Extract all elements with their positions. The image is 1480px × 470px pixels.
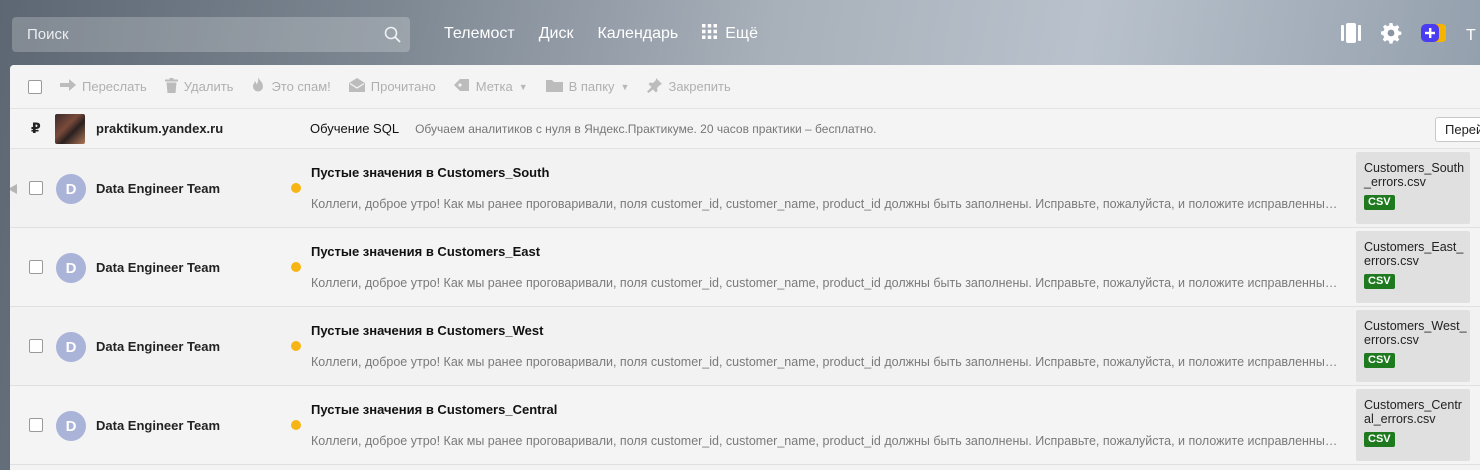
mail-subject: Пустые значения в Customers_West [311, 323, 544, 338]
envelope-open-icon [348, 78, 365, 95]
attachment[interactable]: Customers_West_errors.csv CSV [1356, 310, 1470, 382]
label-dropdown[interactable]: Метка ▼ [453, 78, 528, 95]
chevron-down-icon: ▼ [620, 81, 630, 92]
ad-sender: praktikum.yandex.ru [96, 121, 224, 136]
tag-icon [453, 78, 470, 95]
search-box [12, 17, 410, 52]
top-bar: Телемост Диск Календарь Ещё Т [0, 0, 1480, 66]
trash-icon [164, 77, 178, 96]
mail-toolbar: Переслать Удалить Это спам! Прочитано Ме… [10, 65, 1480, 109]
mail-row[interactable]: D Data Engineer Team Пустые значения в C… [10, 228, 1480, 307]
mail-snippet: Коллеги, доброе утро! Как мы ранее прого… [311, 355, 1343, 369]
plus-icon[interactable] [1420, 22, 1448, 49]
avatar: D [56, 174, 86, 204]
unread-dot[interactable] [291, 341, 301, 351]
search-icon[interactable] [374, 26, 410, 43]
mail-sender: Data Engineer Team [96, 418, 221, 433]
attachment[interactable]: Customers_South_errors.csv CSV [1356, 152, 1470, 224]
spam-label: Это спам! [271, 79, 331, 94]
csv-badge: CSV [1364, 195, 1395, 210]
ad-title: Обучение SQL [310, 121, 400, 136]
mail-subject: Пустые значения в Customers_South [311, 165, 550, 180]
gear-icon[interactable] [1380, 22, 1402, 49]
mail-checkbox[interactable] [29, 418, 43, 432]
select-all-checkbox[interactable] [28, 79, 42, 94]
mail-snippet: Коллеги, доброе утро! Как мы ранее прого… [311, 197, 1343, 211]
forward-label: Переслать [82, 79, 147, 94]
mark-read-button[interactable]: Прочитано [348, 78, 436, 95]
mail-checkbox[interactable] [29, 339, 43, 353]
mark-read-label: Прочитано [370, 79, 436, 94]
service-nav: Телемост Диск Календарь Ещё [444, 24, 758, 44]
delete-button[interactable]: Удалить [164, 77, 234, 96]
attachment-filename: Customers_South_errors.csv [1364, 161, 1465, 189]
mail-sender: Data Engineer Team [96, 260, 221, 275]
forward-icon [60, 79, 76, 94]
pin-label: Закрепить [668, 79, 731, 94]
avatar: D [56, 253, 86, 283]
attachment-filename: Customers_Central_errors.csv [1364, 398, 1462, 426]
nav-more[interactable]: Ещё [702, 24, 758, 44]
mail-checkbox[interactable] [29, 181, 43, 195]
mail-checkbox[interactable] [29, 260, 43, 274]
mail-row[interactable]: D Data Engineer Team Пустые значения в C… [10, 307, 1480, 386]
avatar: D [56, 411, 86, 441]
mail-subject: Пустые значения в Customers_East [311, 244, 541, 259]
header-right-icons: Т [1340, 22, 1480, 49]
mail-snippet: Коллеги, доброе утро! Как мы ранее прого… [311, 434, 1343, 448]
unread-dot[interactable] [291, 420, 301, 430]
move-to-folder-label: В папку [568, 79, 615, 94]
mail-subject: Пустые значения в Customers_Central [311, 402, 558, 417]
mail-snippet: Коллеги, доброе утро! Как мы ранее прого… [311, 276, 1343, 290]
ad-thumbnail [55, 113, 85, 144]
row-marker-icon [10, 184, 17, 194]
ad-row[interactable]: ₽ praktikum.yandex.ru Обучение SQL Обуча… [10, 109, 1480, 149]
ad-go-button[interactable]: Перейти [1435, 117, 1480, 142]
fire-icon [251, 77, 265, 96]
attachment[interactable]: Customers_East_errors.csv CSV [1356, 231, 1470, 303]
ad-text: Обучаем аналитиков с нуля в Яндекс.Практ… [415, 121, 877, 136]
mobile-icon[interactable] [1340, 22, 1362, 49]
folder-icon [545, 79, 563, 95]
mail-row[interactable]: D Data Engineer Team Пустые значения в C… [10, 149, 1480, 228]
forward-button[interactable]: Переслать [60, 79, 147, 94]
pin-button[interactable]: Закрепить [647, 77, 731, 96]
mail-sender: Data Engineer Team [96, 339, 221, 354]
ruble-icon: ₽ [31, 120, 41, 136]
header-truncated-text[interactable]: Т [1466, 27, 1480, 45]
attachment-filename: Customers_East_errors.csv [1364, 240, 1464, 268]
mail-list: D Data Engineer Team Пустые значения в C… [10, 149, 1480, 465]
mail-row[interactable]: D Data Engineer Team Пустые значения в C… [10, 386, 1480, 465]
move-to-folder-dropdown[interactable]: В папку ▼ [545, 79, 630, 95]
mail-panel: Переслать Удалить Это спам! Прочитано Ме… [10, 65, 1480, 470]
csv-badge: CSV [1364, 432, 1395, 447]
attachment-filename: Customers_West_errors.csv [1364, 319, 1467, 347]
nav-more-label: Ещё [725, 25, 758, 42]
unread-dot[interactable] [291, 262, 301, 272]
label-dropdown-label: Метка [475, 79, 513, 94]
csv-badge: CSV [1364, 353, 1395, 368]
csv-badge: CSV [1364, 274, 1395, 289]
delete-label: Удалить [183, 79, 234, 94]
attachment[interactable]: Customers_Central_errors.csv CSV [1356, 389, 1470, 461]
search-input[interactable] [12, 17, 374, 52]
avatar: D [56, 332, 86, 362]
nav-telemost[interactable]: Телемост [444, 25, 515, 43]
spam-button[interactable]: Это спам! [251, 77, 331, 96]
nav-calendar[interactable]: Календарь [597, 25, 678, 43]
mail-sender: Data Engineer Team [96, 181, 221, 196]
unread-dot[interactable] [291, 183, 301, 193]
pin-icon [647, 77, 663, 96]
nav-disk[interactable]: Диск [539, 25, 574, 43]
chevron-down-icon: ▼ [518, 81, 528, 92]
grid-icon [702, 24, 718, 44]
